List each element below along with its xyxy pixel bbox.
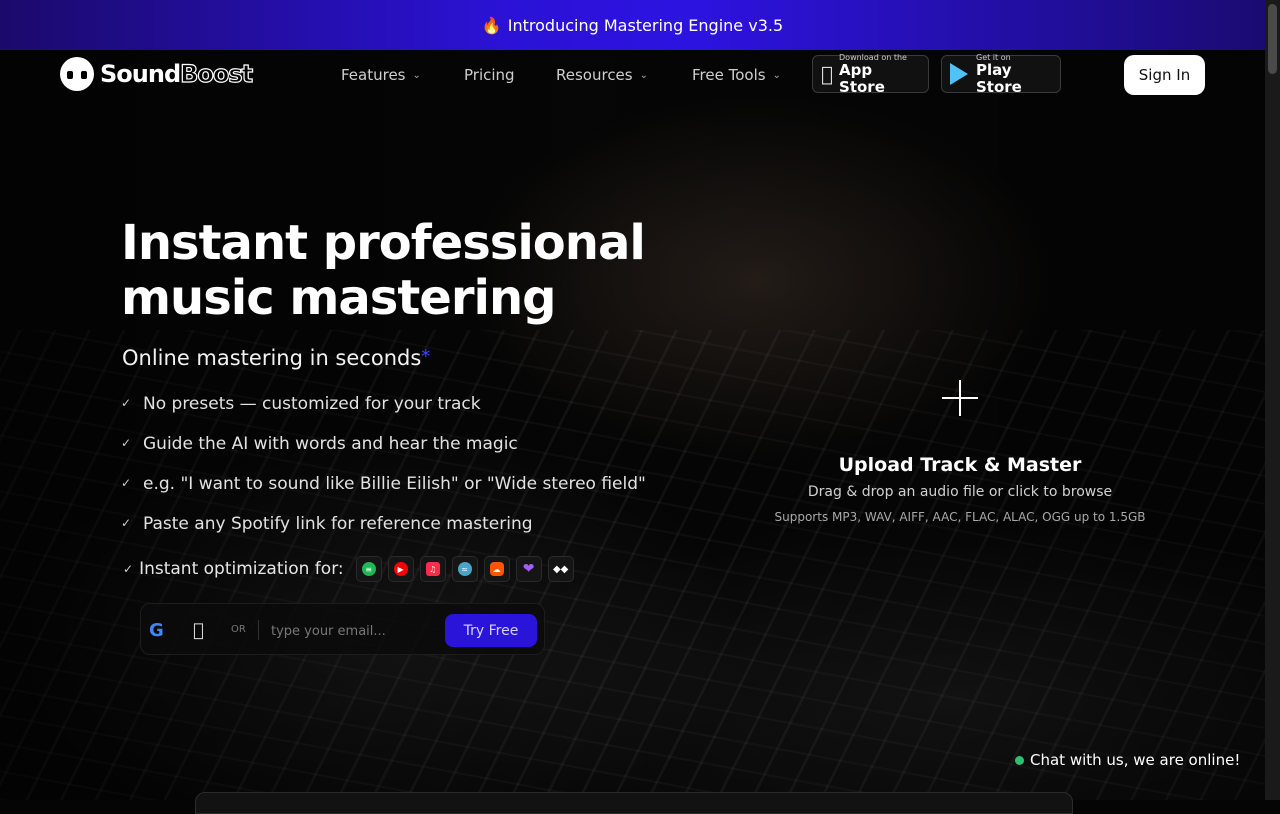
- sign-in-button[interactable]: Sign In: [1124, 55, 1205, 95]
- chevron-down-icon: ⌄: [639, 69, 648, 81]
- google-play-icon: [950, 63, 968, 85]
- feature-item: ✓ Paste any Spotify link for reference ma…: [121, 514, 533, 534]
- chat-widget[interactable]: Chat with us, we are online!: [1015, 751, 1240, 769]
- google-signin-icon[interactable]: G: [149, 620, 164, 641]
- divider: [258, 620, 259, 640]
- nav-resources[interactable]: Resources ⌄: [556, 66, 648, 84]
- announcement-text[interactable]: Introducing Mastering Engine v3.5: [508, 16, 783, 35]
- apple-music-icon: ♫: [419, 556, 446, 582]
- heart-icon: ❤: [515, 556, 542, 582]
- check-icon: ✓: [121, 516, 132, 530]
- nav-pricing-label: Pricing: [464, 66, 515, 84]
- announcement-bar[interactable]: 🔥 Introducing Mastering Engine v3.5: [0, 0, 1265, 50]
- top-nav: SoundBoost Features ⌄ Pricing Resources …: [0, 50, 1265, 102]
- nav-features[interactable]: Features ⌄: [341, 66, 421, 84]
- upload-dropzone[interactable]: Upload Track & Master Drag & drop an aud…: [760, 380, 1160, 524]
- tidal-icon: ◆◆: [547, 556, 574, 582]
- logo-wordmark: SoundBoost: [100, 59, 254, 88]
- optimization-label: Instant optimization for:: [139, 559, 344, 579]
- check-icon: ✓: [121, 396, 132, 410]
- try-free-button[interactable]: Try Free: [445, 614, 537, 647]
- hero-title: Instant professional music mastering: [121, 215, 646, 326]
- nav-free-tools[interactable]: Free Tools ⌄: [692, 66, 781, 84]
- youtube-music-icon: ▶: [387, 556, 414, 582]
- feature-item: ✓ e.g. "I want to sound like Billie Eilis…: [121, 474, 646, 494]
- email-input[interactable]: [269, 616, 443, 646]
- app-store-button[interactable]:  Download on the App Store: [812, 53, 929, 95]
- check-icon: ✓: [121, 476, 132, 490]
- page-scrollbar[interactable]: [1265, 0, 1280, 800]
- nav-free-tools-label: Free Tools: [692, 66, 766, 84]
- nav-features-label: Features: [341, 66, 406, 84]
- play-store-label: Play Store: [976, 60, 1022, 96]
- soundcloud-icon: ☁: [483, 556, 510, 582]
- chevron-down-icon: ⌄: [412, 69, 421, 81]
- feature-item: ✓ No presets — customized for your track: [121, 394, 481, 414]
- headphones-head-icon: [60, 57, 94, 91]
- play-store-button[interactable]: Get it on Play Store: [941, 53, 1061, 96]
- chat-label: Chat with us, we are online!: [1030, 751, 1241, 769]
- footnote-asterisk: *: [421, 346, 431, 367]
- platform-row: ✓ Instant optimization for: ≡ ▶ ♫ ≈ ☁ ❤ …: [123, 556, 580, 582]
- check-icon: ✓: [121, 436, 132, 450]
- soundboost-logo[interactable]: SoundBoost: [60, 56, 254, 92]
- feature-item: ✓ Guide the AI with words and hear the ma…: [121, 434, 518, 454]
- online-status-dot: [1015, 755, 1024, 765]
- hero-subtitle: Online mastering in seconds*: [122, 346, 431, 370]
- chevron-down-icon: ⌄: [772, 69, 781, 81]
- next-section-card: [195, 792, 1073, 814]
- scrollbar-thumb[interactable]: [1268, 4, 1277, 74]
- upload-description: Drag & drop an audio file or click to br…: [807, 484, 1113, 500]
- check-icon: ✓: [123, 562, 134, 576]
- feature-list: ✓ No presets — customized for your track …: [121, 394, 646, 554]
- or-label: OR: [231, 624, 246, 635]
- apple-icon: : [821, 62, 833, 86]
- signup-bar: G  OR Try Free: [140, 603, 545, 655]
- spotify-icon: ≡: [355, 556, 382, 582]
- apple-signin-icon[interactable]: : [193, 620, 204, 641]
- tidal-wave-icon: ≈: [451, 556, 478, 582]
- upload-formats: Supports MP3, WAV, AIFF, AAC, FLAC, ALAC…: [774, 510, 1146, 524]
- app-store-label: App Store: [827, 61, 912, 95]
- fire-icon: 🔥: [481, 15, 502, 35]
- nav-resources-label: Resources: [556, 66, 633, 84]
- plus-icon[interactable]: [942, 380, 978, 416]
- upload-title: Upload Track & Master: [838, 454, 1082, 476]
- nav-pricing[interactable]: Pricing: [464, 66, 515, 84]
